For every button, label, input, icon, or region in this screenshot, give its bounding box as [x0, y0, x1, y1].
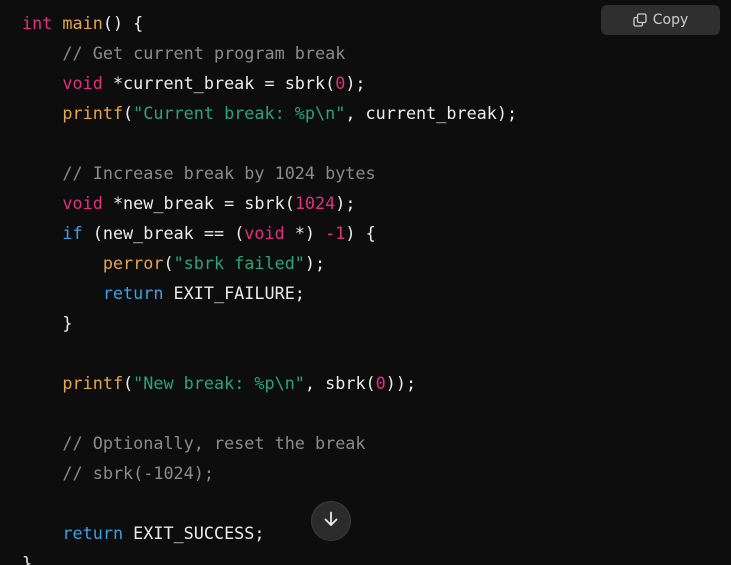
code-line-9: perror("sbrk failed");	[102, 253, 326, 273]
code-line-2: // Get current program break	[62, 43, 346, 63]
copy-button[interactable]: Copy	[601, 5, 720, 35]
code-line-15: // Optionally, reset the break	[62, 433, 366, 453]
scroll-to-bottom-button[interactable]	[311, 501, 351, 541]
code-line-13: printf("New break: %p\n", sbrk(0));	[62, 373, 417, 393]
code-line-11: }	[62, 313, 73, 333]
code-line-16: // sbrk(-1024);	[62, 463, 214, 483]
code-line-8: if (new_break == (void *) -1) {	[62, 223, 376, 243]
code-block: int main() { // Get current program brea…	[0, 0, 731, 565]
arrow-down-icon	[322, 510, 340, 533]
code-content: int main() { // Get current program brea…	[22, 8, 517, 565]
code-line-6: // Increase break by 1024 bytes	[62, 163, 376, 183]
code-line-19: }	[22, 553, 33, 565]
code-line-1: int main() {	[22, 13, 144, 33]
code-line-7: void *new_break = sbrk(1024);	[62, 193, 356, 213]
copy-icon	[633, 13, 647, 27]
copy-button-label: Copy	[652, 12, 689, 28]
code-line-3: void *current_break = sbrk(0);	[62, 73, 366, 93]
code-line-10: return EXIT_FAILURE;	[102, 283, 305, 303]
code-line-4: printf("Current break: %p\n", current_br…	[62, 103, 518, 123]
code-line-18: return EXIT_SUCCESS;	[62, 523, 265, 543]
